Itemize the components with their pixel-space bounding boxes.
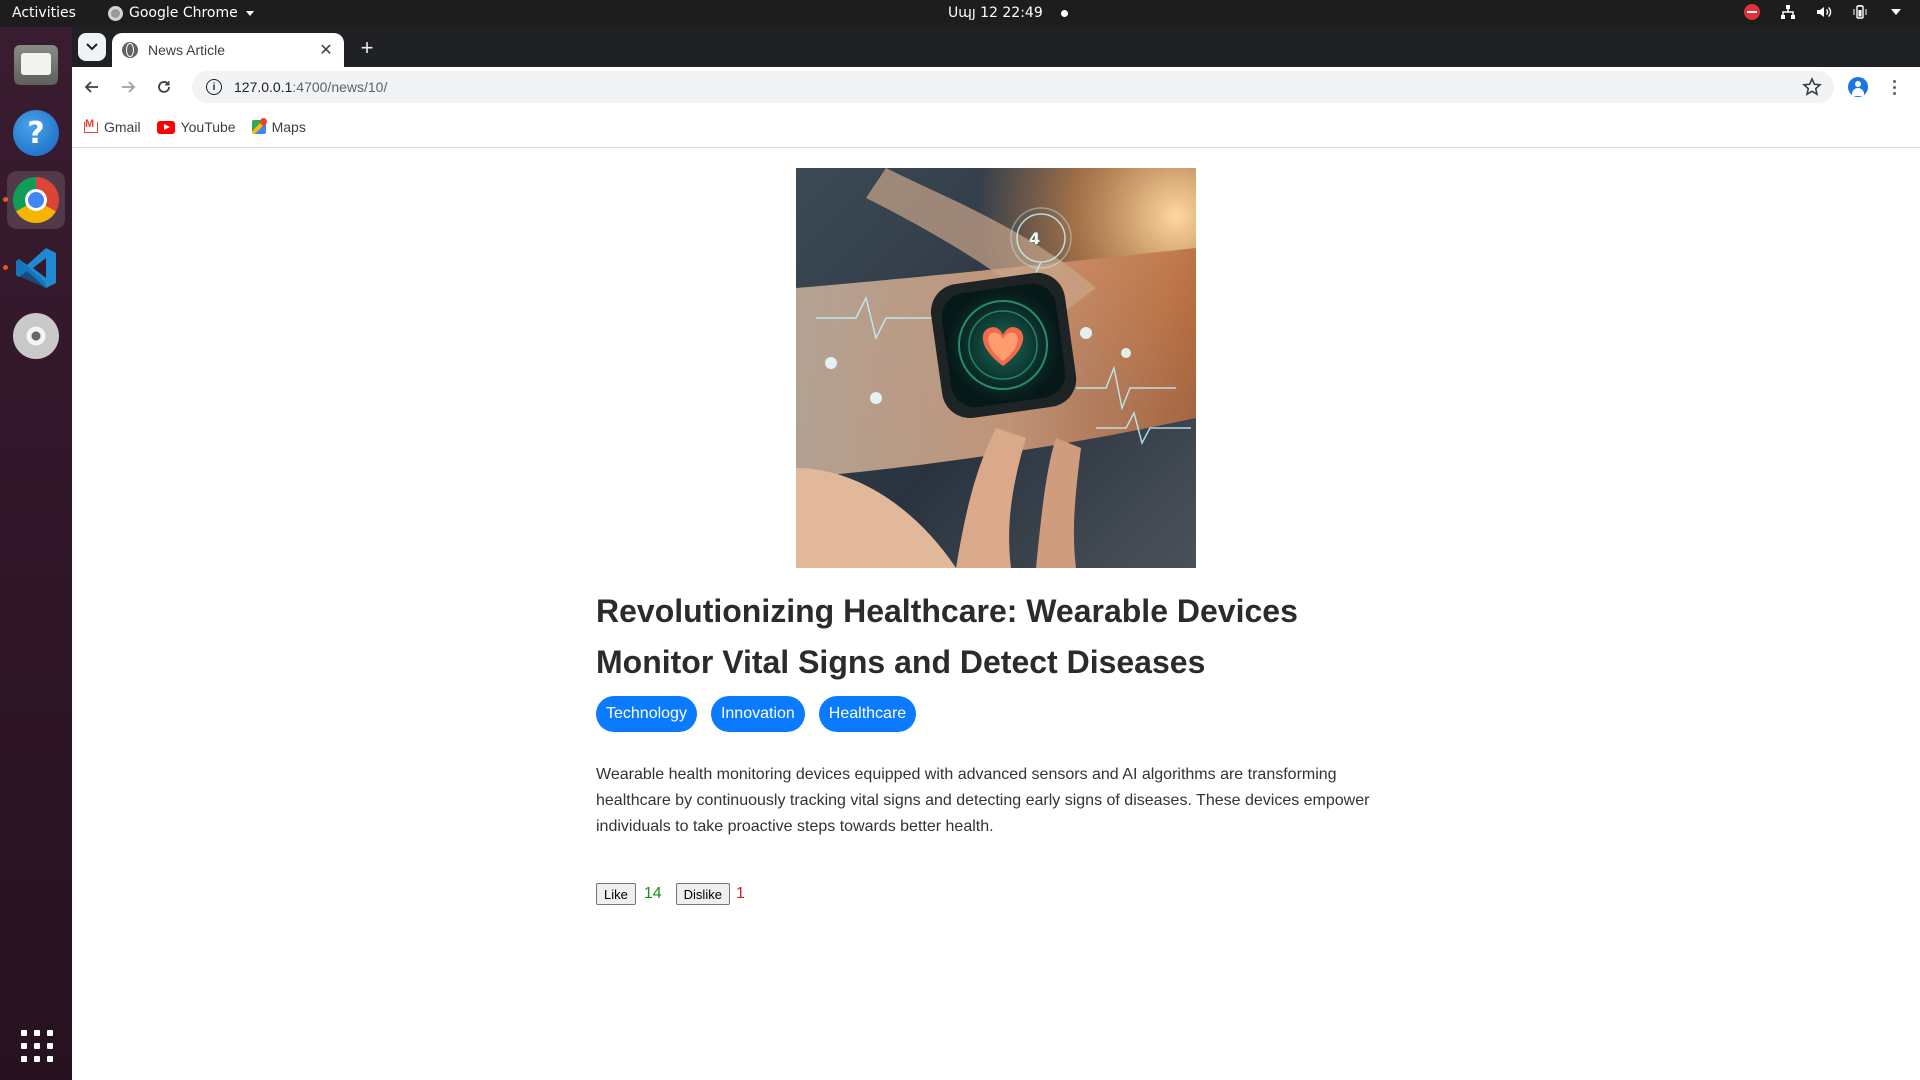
do-not-disturb-icon [1744, 4, 1760, 20]
tab-strip: News Article ✕ + [72, 27, 1920, 67]
dock-item-dvd[interactable] [7, 307, 65, 365]
chrome-icon [13, 177, 59, 223]
article-title: Revolutionizing Healthcare: Wearable Dev… [596, 593, 1298, 680]
app-menu-label: Google Chrome [129, 5, 238, 21]
article-body: Wearable health monitoring devices equip… [596, 766, 1370, 835]
maps-icon [251, 120, 266, 134]
show-apps-grid-icon[interactable] [21, 1030, 53, 1062]
gmail-icon [84, 118, 98, 133]
close-icon[interactable]: ✕ [318, 40, 334, 60]
app-menu[interactable]: Google Chrome [108, 5, 254, 21]
address-bar[interactable]: i 127.0.0.1:4700/news/10/ [192, 71, 1834, 103]
bookmark-youtube[interactable]: YouTube [156, 119, 236, 135]
forward-button[interactable] [114, 73, 142, 101]
system-top-bar: Activities Google Chrome Սպյ 12 22:49 [0, 0, 1920, 27]
vscode-icon [16, 248, 56, 288]
kebab-menu-icon[interactable] [1884, 77, 1904, 97]
dislike-count: 1 [735, 885, 745, 902]
tab-search-button[interactable] [78, 33, 106, 61]
tag-technology[interactable]: Technology [596, 696, 697, 732]
dock-item-help[interactable]: ? [7, 104, 65, 162]
browser-toolbar: i 127.0.0.1:4700/news/10/ [72, 67, 1920, 107]
article-image: 4 [796, 168, 1196, 568]
tab-news-article[interactable]: News Article ✕ [112, 33, 344, 67]
chevron-down-icon [245, 10, 254, 16]
new-tab-button[interactable]: + [354, 35, 380, 61]
chevron-down-icon [1888, 4, 1904, 20]
chevron-down-icon [86, 43, 98, 51]
battery-icon [1852, 4, 1868, 20]
tag-healthcare[interactable]: Healthcare [818, 696, 917, 732]
bookmark-label: Gmail [104, 119, 141, 135]
bookmark-maps[interactable]: Maps [251, 119, 306, 135]
system-tray[interactable] [1744, 4, 1904, 20]
dock-item-files[interactable] [7, 36, 65, 94]
bookmark-star-icon[interactable] [1802, 77, 1822, 97]
volume-icon [1816, 4, 1832, 20]
globe-icon [122, 42, 138, 58]
tag-list: Technology Innovation Healthcare [596, 696, 917, 732]
dislike-button[interactable]: Dislike [675, 883, 730, 905]
bookmark-label: Maps [271, 119, 306, 135]
arrow-right-icon [122, 81, 136, 93]
chrome-app-icon [108, 5, 123, 21]
bookmarks-bar: Gmail YouTube Maps [72, 107, 1920, 148]
like-button[interactable]: Like [596, 883, 636, 905]
arrow-left-icon [84, 81, 98, 93]
site-info-icon[interactable]: i [206, 79, 222, 95]
url-host: 127.0.0.1 [234, 79, 293, 95]
dock-item-vscode[interactable] [7, 239, 65, 297]
dock: ? [0, 27, 72, 1080]
profile-avatar-icon[interactable] [1848, 77, 1868, 97]
reload-icon [158, 81, 170, 93]
reload-button[interactable] [150, 73, 178, 101]
url-path: :4700/news/10/ [292, 79, 388, 95]
notification-dot-icon [1060, 9, 1068, 17]
reaction-bar: Like 14 Dislike 1 [596, 883, 745, 905]
clock-label: Սպյ 12 22:49 [948, 5, 1043, 21]
clock[interactable]: Սպյ 12 22:49 [948, 5, 1068, 21]
files-icon [14, 45, 58, 85]
svg-text:4: 4 [1029, 229, 1040, 248]
help-icon: ? [13, 110, 59, 156]
activities-button[interactable]: Activities [12, 5, 76, 21]
dvd-icon [13, 313, 59, 359]
back-button[interactable] [78, 73, 106, 101]
tab-title: News Article [148, 42, 226, 58]
like-count: 14 [643, 885, 662, 902]
browser-window: News Article ✕ + i 127.0.0.1:4700/news/1… [72, 27, 1920, 1080]
bookmark-label: YouTube [180, 119, 236, 135]
smartwatch-heart-image: 4 [796, 168, 1196, 568]
page-viewport: 4 Revolutionizing Healthcare: Wearable D… [72, 148, 1920, 1080]
dock-item-chrome[interactable] [7, 171, 65, 229]
youtube-icon [156, 120, 175, 134]
bookmark-gmail[interactable]: Gmail [84, 118, 141, 135]
tag-innovation[interactable]: Innovation [710, 696, 805, 732]
network-icon [1780, 4, 1796, 20]
